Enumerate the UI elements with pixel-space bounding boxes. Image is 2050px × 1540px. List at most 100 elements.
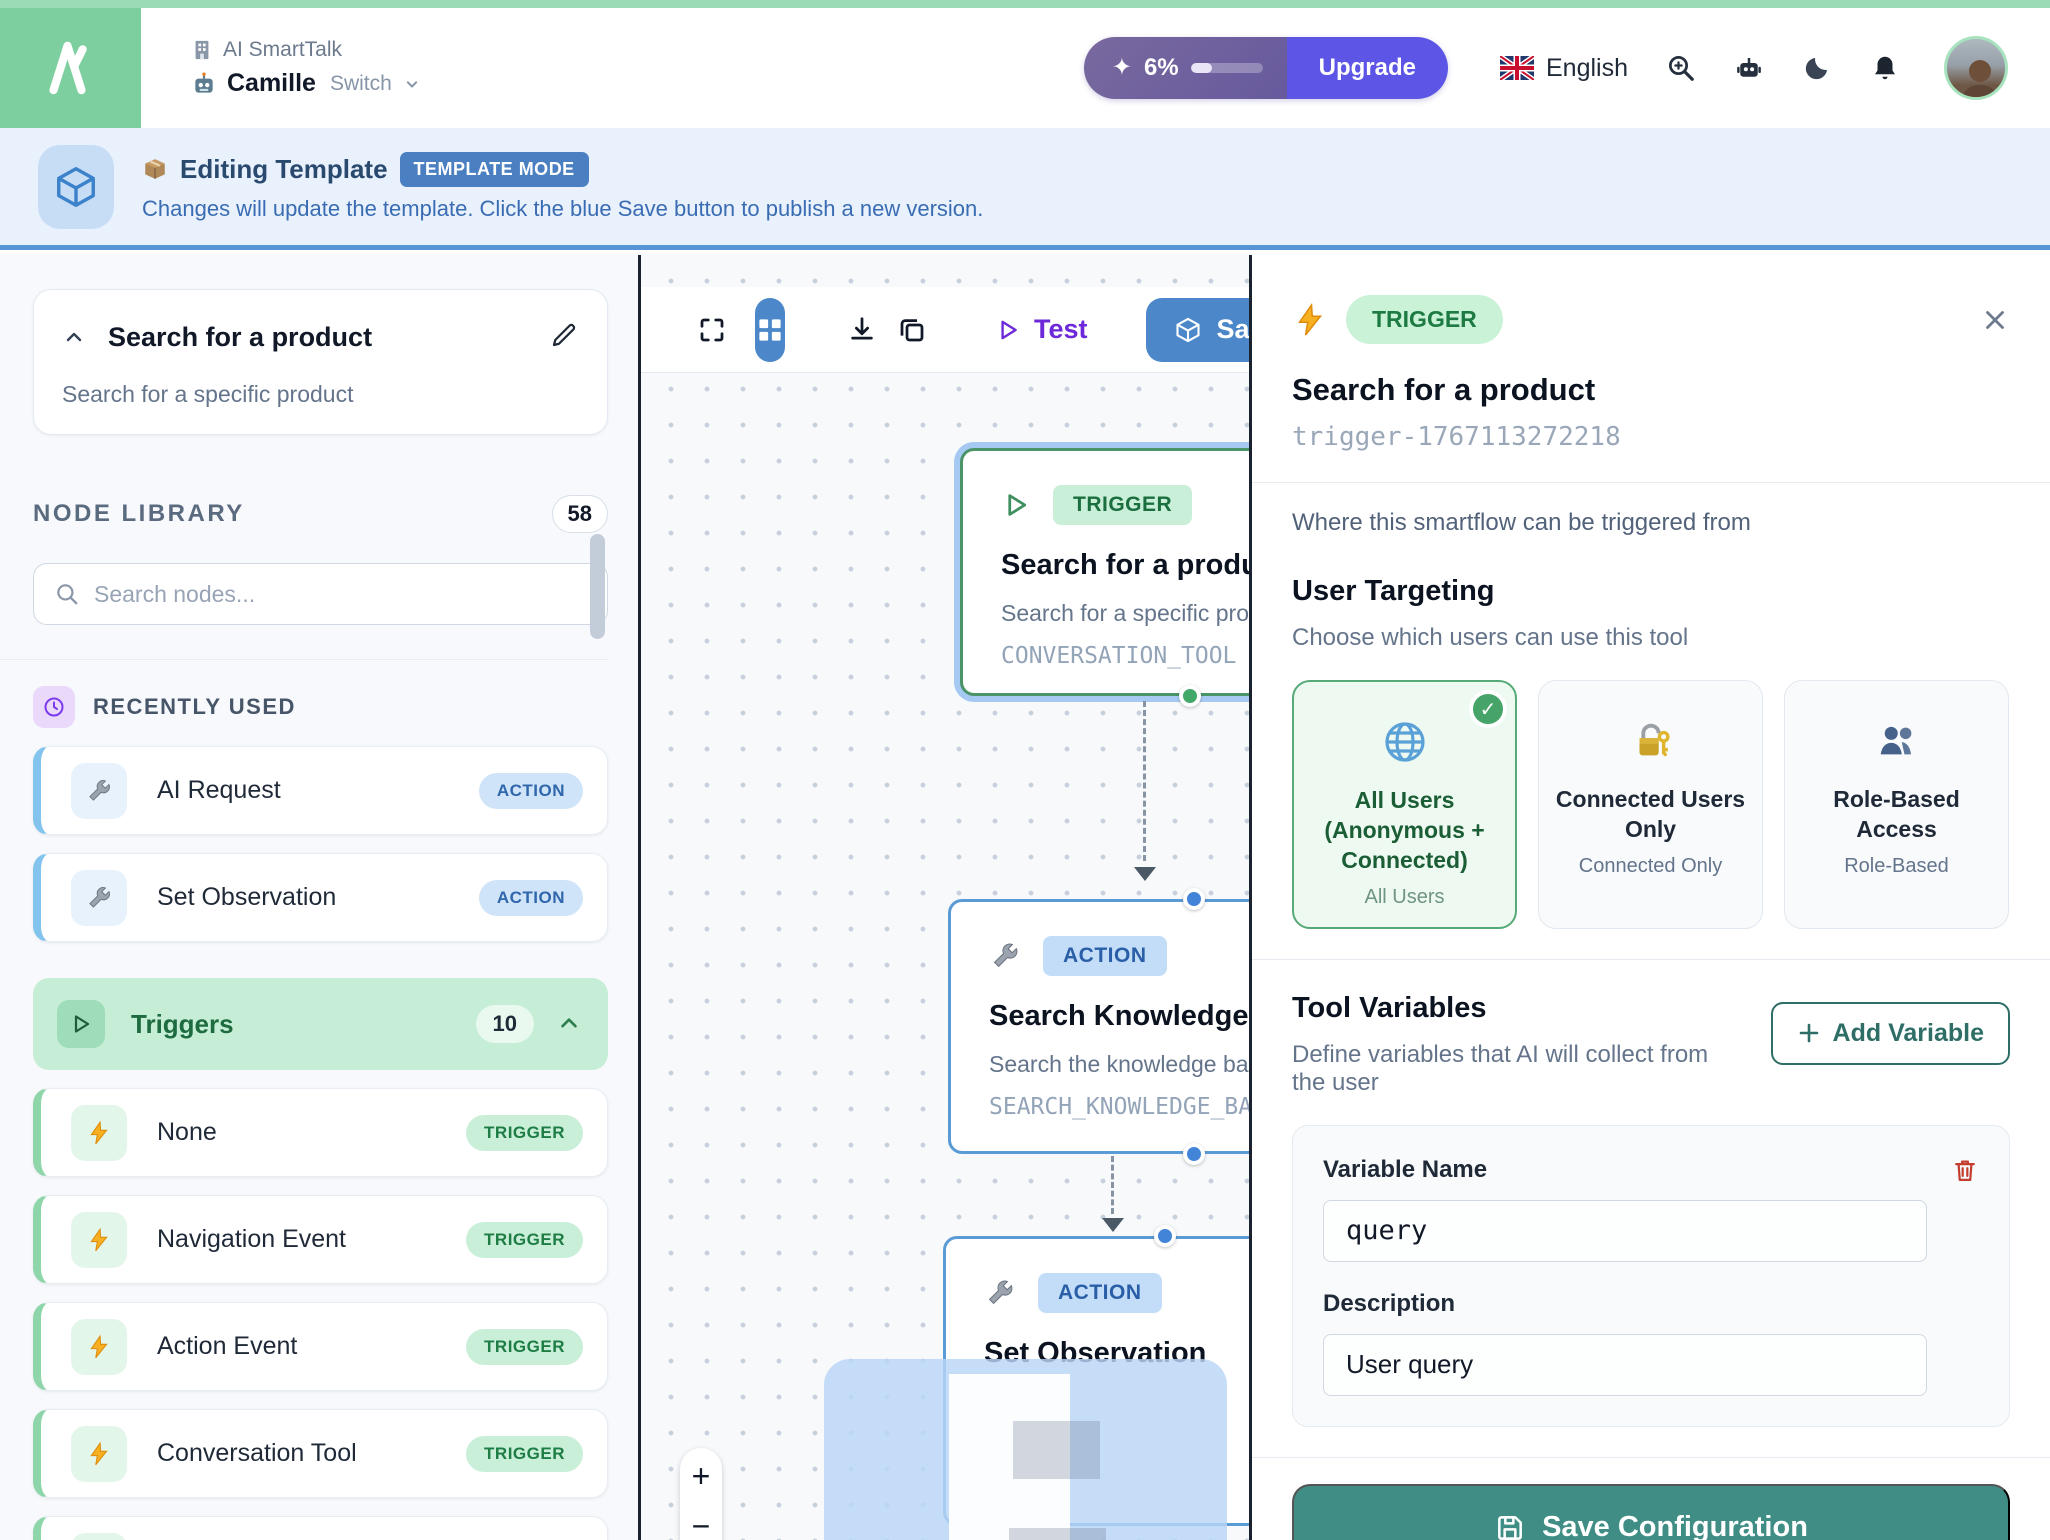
flow-node-search-knowledge[interactable]: ACTION Search Knowledge Base Search the … [948,899,1252,1154]
duplicate-button[interactable] [897,315,927,345]
output-handle[interactable] [1179,685,1201,707]
lock-key-icon [1628,718,1674,764]
edge-arrow-icon [1134,867,1156,881]
minimap-node-block [1013,1421,1100,1479]
node-code: CONVERSATION_TOOL [1001,643,1252,669]
close-panel-button[interactable] [1980,305,2010,335]
action-badge: ACTION [479,773,583,809]
collapse-chevron-icon[interactable] [62,326,86,350]
variable-name-input[interactable] [1323,1200,1927,1262]
wrench-icon [85,777,113,805]
user-targeting-options: ✓ All Users (Anonymous + Connected) All … [1292,680,2010,929]
target-option-connected-only[interactable]: Connected Users Only Connected Only [1538,680,1763,929]
target-option-name: Role-Based Access [1799,785,1994,845]
input-handle[interactable] [1154,1225,1176,1247]
flow-info-card: Search for a product Search for a specif… [33,289,608,435]
trigger-item-action-event[interactable]: Action Event TRIGGER [33,1302,608,1391]
node-item-set-observation[interactable]: Set Observation ACTION [33,853,608,942]
flow-canvas[interactable]: Test Save TRIGGER [641,255,1252,1540]
usage-percent: 6% [1144,54,1179,82]
edit-flow-button[interactable] [549,320,579,355]
target-option-role-based[interactable]: Role-Based Access Role-Based [1784,680,2009,929]
layout-grid-button[interactable] [755,298,785,362]
play-icon-box [57,1000,105,1048]
panel-type-badge: TRIGGER [1346,295,1503,344]
minimap[interactable] [824,1359,1227,1540]
delete-variable-button[interactable] [1951,1156,1979,1184]
save-template-button[interactable]: Save [1146,298,1252,362]
zoom-in-button[interactable]: + [692,1460,711,1492]
node-item-ai-request[interactable]: AI Request ACTION [33,746,608,835]
triggers-group-header[interactable]: Triggers 10 [33,978,608,1070]
assistant-button[interactable] [1734,53,1764,83]
trigger-item-label: None [157,1118,217,1147]
node-config-panel: TRIGGER Search for a product trigger-176… [1252,255,2050,1540]
target-option-all-users[interactable]: ✓ All Users (Anonymous + Connected) All … [1292,680,1517,929]
divider [1252,1457,2050,1458]
sparkles-icon: ✦ [1112,56,1132,80]
output-handle[interactable] [1183,1143,1205,1165]
lightning-icon-box [71,1426,127,1482]
user-avatar[interactable] [1944,36,2008,100]
lightning-icon-box [71,1212,127,1268]
save-configuration-button[interactable]: Save Configuration [1292,1484,2010,1540]
trigger-item-conversation-tool[interactable]: Conversation Tool TRIGGER [33,1409,608,1498]
node-search[interactable] [33,563,608,625]
input-handle[interactable] [1183,888,1205,910]
node-library-label: NODE LIBRARY [33,500,245,528]
clock-icon-box [33,686,75,728]
trigger-badge: TRIGGER [466,1436,583,1472]
lightning-icon [86,1441,112,1467]
app-window: AI SmartTalk Camille Switch ✦ [0,0,2050,1540]
pencil-icon [549,320,579,350]
zoom-out-button[interactable]: − [692,1510,711,1540]
switch-label[interactable]: Switch [330,72,392,96]
tool-variables-subtitle: Define variables that AI will collect fr… [1292,1041,1732,1097]
zoom-controls: + − [680,1448,722,1540]
search-icon [54,581,80,607]
language-selector[interactable]: English [1500,54,1628,83]
sidebar-scrollbar[interactable] [590,534,605,639]
edge-connector [1111,1156,1114,1214]
bot-switcher[interactable]: Camille Switch [191,69,422,98]
bot-name: Camille [227,69,316,98]
flow-node-trigger[interactable]: TRIGGER Search for a product Search for … [960,448,1252,696]
search-input[interactable] [94,581,587,608]
top-bar: AI SmartTalk Camille Switch ✦ [0,8,2050,128]
usage-upgrade-pill[interactable]: ✦ 6% Upgrade [1084,37,1448,99]
app-title: AI SmartTalk [223,38,342,62]
test-label: Test [1034,314,1088,345]
node-library-sidebar: Search for a product Search for a specif… [0,255,641,1540]
notifications-button[interactable] [1870,53,1900,83]
target-option-sub: All Users [1308,886,1501,909]
trigger-item-navigation-event[interactable]: Navigation Event TRIGGER [33,1195,608,1284]
trigger-badge: TRIGGER [466,1222,583,1258]
variable-description-input[interactable] [1323,1334,1927,1396]
test-button[interactable]: Test [995,314,1088,345]
banner-icon-box [38,145,114,229]
trigger-item-none[interactable]: None TRIGGER [33,1088,608,1177]
wrench-icon-box [71,870,127,926]
fullscreen-button[interactable] [697,315,727,345]
edge-arrow-icon [1102,1218,1124,1232]
close-icon [1980,305,2010,335]
zoom-search-button[interactable] [1666,53,1696,83]
package-outline-icon [53,164,99,210]
download-button[interactable] [847,315,877,345]
trigger-item-partial[interactable] [33,1516,608,1540]
dark-mode-toggle[interactable] [1802,53,1832,83]
recently-used-section: RECENTLY USED AI Request ACTION [0,659,608,942]
node-library-header: NODE LIBRARY 58 [33,495,608,533]
brand-logo[interactable] [0,8,141,128]
package-outline-icon [1174,316,1202,344]
top-accent-strip [0,0,2050,8]
save-label: Save [1217,314,1252,345]
add-variable-button[interactable]: Add Variable [1771,1002,2010,1065]
canvas-toolbar: Test Save [641,287,1249,373]
tool-variables-title: Tool Variables [1292,992,1732,1025]
trigger-item-label: Action Event [157,1332,297,1361]
triggers-group-label: Triggers [131,1009,234,1040]
upgrade-button[interactable]: Upgrade [1287,37,1448,99]
triggers-count-badge: 10 [476,1005,534,1043]
target-option-name: All Users (Anonymous + Connected) [1308,786,1501,876]
